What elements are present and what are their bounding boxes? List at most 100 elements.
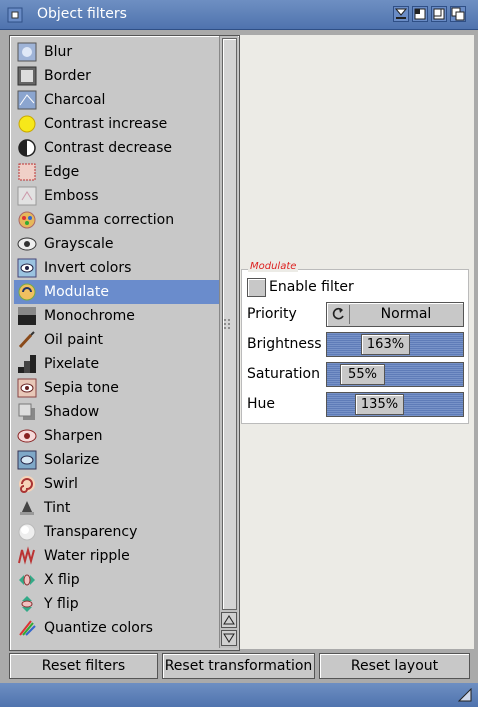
filter-item-label: Contrast increase xyxy=(44,116,168,132)
priority-label: Priority xyxy=(247,306,297,322)
edge-icon xyxy=(18,163,36,181)
filter-item-label: Emboss xyxy=(44,188,99,204)
sepia-tone-icon xyxy=(17,378,37,398)
close-icon[interactable] xyxy=(7,7,23,23)
filter-item-invert-colors[interactable]: Invert colors xyxy=(14,256,220,280)
filter-item-label: Transparency xyxy=(44,524,138,540)
filter-item-label: Sharpen xyxy=(44,428,103,444)
shadow-icon xyxy=(18,403,35,420)
saturation-slider[interactable]: 55% xyxy=(326,362,464,387)
filter-item-emboss[interactable]: Emboss xyxy=(14,184,220,208)
filter-item-label: Border xyxy=(44,68,91,84)
emboss-icon xyxy=(17,186,37,206)
filter-item-quantize-colors[interactable]: Quantize colors xyxy=(14,616,220,640)
filter-item-sharpen[interactable]: Sharpen xyxy=(14,424,220,448)
filter-item-charcoal[interactable]: Charcoal xyxy=(14,88,220,112)
filter-item-x-flip[interactable]: X flip xyxy=(14,568,220,592)
blur-icon xyxy=(17,42,37,62)
resize-grip-icon[interactable] xyxy=(458,688,472,702)
filter-item-pixelate[interactable]: Pixelate xyxy=(14,352,220,376)
reset-transformation-button[interactable]: Reset transformation xyxy=(162,653,315,679)
iconify-icon[interactable] xyxy=(393,6,409,22)
priority-cycle-button[interactable]: Normal xyxy=(326,302,464,327)
window-title: Object filters xyxy=(37,6,127,22)
filter-item-sepia-tone[interactable]: Sepia tone xyxy=(14,376,220,400)
filter-item-gamma-correction[interactable]: Gamma correction xyxy=(14,208,220,232)
filter-list[interactable]: Blur Border Charcoal Contrast increase Contr… xyxy=(14,40,220,640)
priority-value: Normal xyxy=(380,306,432,322)
oil-paint-icon xyxy=(18,331,35,349)
hue-knob[interactable]: 135% xyxy=(355,394,404,415)
y-flip-icon xyxy=(21,596,33,612)
filter-item-water-ripple[interactable]: Water ripple xyxy=(14,544,220,568)
brightness-knob[interactable]: 163% xyxy=(361,334,410,355)
filter-item-edge[interactable]: Edge xyxy=(14,160,220,184)
filter-item-label: Blur xyxy=(44,44,73,60)
tint-icon xyxy=(20,501,34,515)
zoom-icon[interactable] xyxy=(412,6,428,22)
filter-item-solarize[interactable]: Solarize xyxy=(14,448,220,472)
filter-item-label: X flip xyxy=(44,572,80,588)
filter-item-oil-paint[interactable]: Oil paint xyxy=(14,328,220,352)
filter-item-modulate[interactable]: Modulate xyxy=(14,280,220,304)
scroll-down-icon[interactable] xyxy=(221,630,237,646)
enable-filter-checkbox[interactable] xyxy=(247,278,266,297)
filter-item-swirl[interactable]: Swirl xyxy=(14,472,220,496)
filter-item-label: Tint xyxy=(44,500,71,516)
filter-item-label: Y flip xyxy=(44,596,79,612)
x-flip-icon xyxy=(19,574,35,586)
monochrome-icon xyxy=(18,307,36,325)
solarize-icon xyxy=(17,450,37,470)
filter-item-label: Shadow xyxy=(44,404,100,420)
filter-item-label: Sepia tone xyxy=(44,380,119,396)
charcoal-icon xyxy=(17,90,37,110)
filter-item-blur[interactable]: Blur xyxy=(14,40,220,64)
filter-item-border[interactable]: Border xyxy=(14,64,220,88)
filter-item-contrast-increase[interactable]: Contrast increase xyxy=(14,112,220,136)
panel-divider-grip-icon[interactable] xyxy=(223,318,231,330)
filter-item-label: Quantize colors xyxy=(44,620,153,636)
transparency-icon xyxy=(18,523,36,541)
pixelate-icon xyxy=(18,355,36,373)
filter-item-label: Invert colors xyxy=(44,260,132,276)
filter-list-scrollbar[interactable] xyxy=(219,36,238,648)
filter-item-grayscale[interactable]: Grayscale xyxy=(14,232,220,256)
filter-item-label: Monochrome xyxy=(44,308,135,324)
filter-item-label: Charcoal xyxy=(44,92,106,108)
filter-item-y-flip[interactable]: Y flip xyxy=(14,592,220,616)
fullscreen-icon[interactable] xyxy=(431,6,447,22)
gamma-correction-icon xyxy=(18,211,36,229)
filter-item-transparency[interactable]: Transparency xyxy=(14,520,220,544)
bottom-border xyxy=(0,683,478,707)
filter-item-label: Edge xyxy=(44,164,80,180)
title-bar[interactable]: Object filters xyxy=(0,0,478,30)
filter-item-contrast-decrease[interactable]: Contrast decrease xyxy=(14,136,220,160)
grayscale-icon xyxy=(17,237,37,251)
depth-icon[interactable] xyxy=(450,6,466,22)
saturation-label: Saturation xyxy=(247,366,320,382)
filter-item-label: Modulate xyxy=(44,284,109,300)
brightness-slider[interactable]: 163% xyxy=(326,332,464,357)
water-ripple-icon xyxy=(18,546,35,565)
filter-item-label: Grayscale xyxy=(44,236,114,252)
scroll-up-icon[interactable] xyxy=(221,612,237,628)
filter-item-tint[interactable]: Tint xyxy=(14,496,220,520)
reset-filters-button[interactable]: Reset filters xyxy=(9,653,158,679)
filter-item-shadow[interactable]: Shadow xyxy=(14,400,220,424)
enable-filter-label[interactable]: Enable filter xyxy=(269,279,354,295)
filter-item-monochrome[interactable]: Monochrome xyxy=(14,304,220,328)
filter-list-panel: Blur Border Charcoal Contrast increase Contr… xyxy=(9,35,240,651)
hue-slider[interactable]: 135% xyxy=(326,392,464,417)
filter-item-label: Swirl xyxy=(44,476,78,492)
hue-label: Hue xyxy=(247,396,276,412)
filter-item-label: Water ripple xyxy=(44,548,130,564)
modulate-icon xyxy=(18,283,36,301)
sharpen-icon xyxy=(17,429,37,443)
reset-layout-button[interactable]: Reset layout xyxy=(319,653,470,679)
contrast-increase-icon xyxy=(18,115,36,133)
swirl-icon xyxy=(19,476,35,493)
filter-item-label: Gamma correction xyxy=(44,212,175,228)
saturation-knob[interactable]: 55% xyxy=(340,364,385,385)
contrast-decrease-icon xyxy=(18,139,36,157)
cycle-separator xyxy=(349,305,350,324)
